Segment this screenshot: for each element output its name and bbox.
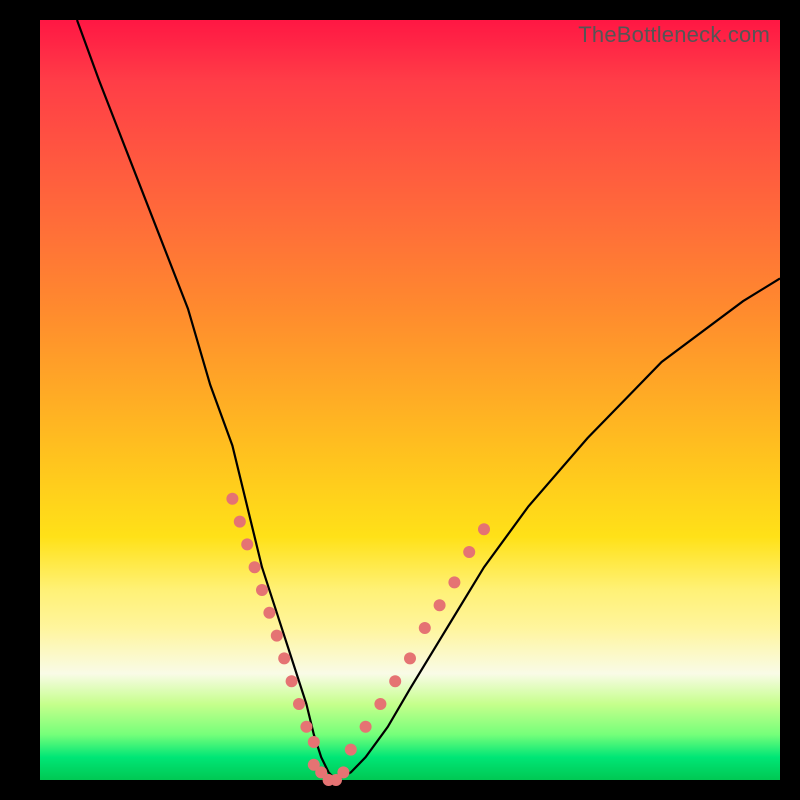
highlight-dot bbox=[345, 744, 357, 756]
highlight-dot bbox=[300, 721, 312, 733]
highlight-dot bbox=[271, 630, 283, 642]
highlight-dot bbox=[241, 538, 253, 550]
highlight-dot bbox=[389, 675, 401, 687]
highlight-dot bbox=[263, 607, 275, 619]
highlight-dot bbox=[360, 721, 372, 733]
highlight-dot bbox=[226, 493, 238, 505]
highlight-dot bbox=[374, 698, 386, 710]
highlight-dot bbox=[308, 736, 320, 748]
highlight-dot bbox=[463, 546, 475, 558]
highlight-dot bbox=[286, 675, 298, 687]
plot-area: TheBottleneck.com bbox=[40, 20, 780, 780]
highlight-dot bbox=[448, 576, 460, 588]
chart-frame: TheBottleneck.com bbox=[0, 0, 800, 800]
highlight-dot bbox=[337, 766, 349, 778]
curve-svg bbox=[40, 20, 780, 780]
highlight-dot bbox=[434, 599, 446, 611]
bottleneck-curve-line bbox=[77, 20, 780, 780]
highlight-dot bbox=[419, 622, 431, 634]
bottleneck-curve-path bbox=[77, 20, 780, 780]
highlight-dot bbox=[249, 561, 261, 573]
highlight-dot bbox=[256, 584, 268, 596]
highlight-dot bbox=[404, 652, 416, 664]
highlight-dot bbox=[278, 652, 290, 664]
highlight-dot bbox=[234, 516, 246, 528]
highlight-dot bbox=[478, 523, 490, 535]
highlight-dot bbox=[293, 698, 305, 710]
highlight-dots bbox=[226, 493, 490, 786]
